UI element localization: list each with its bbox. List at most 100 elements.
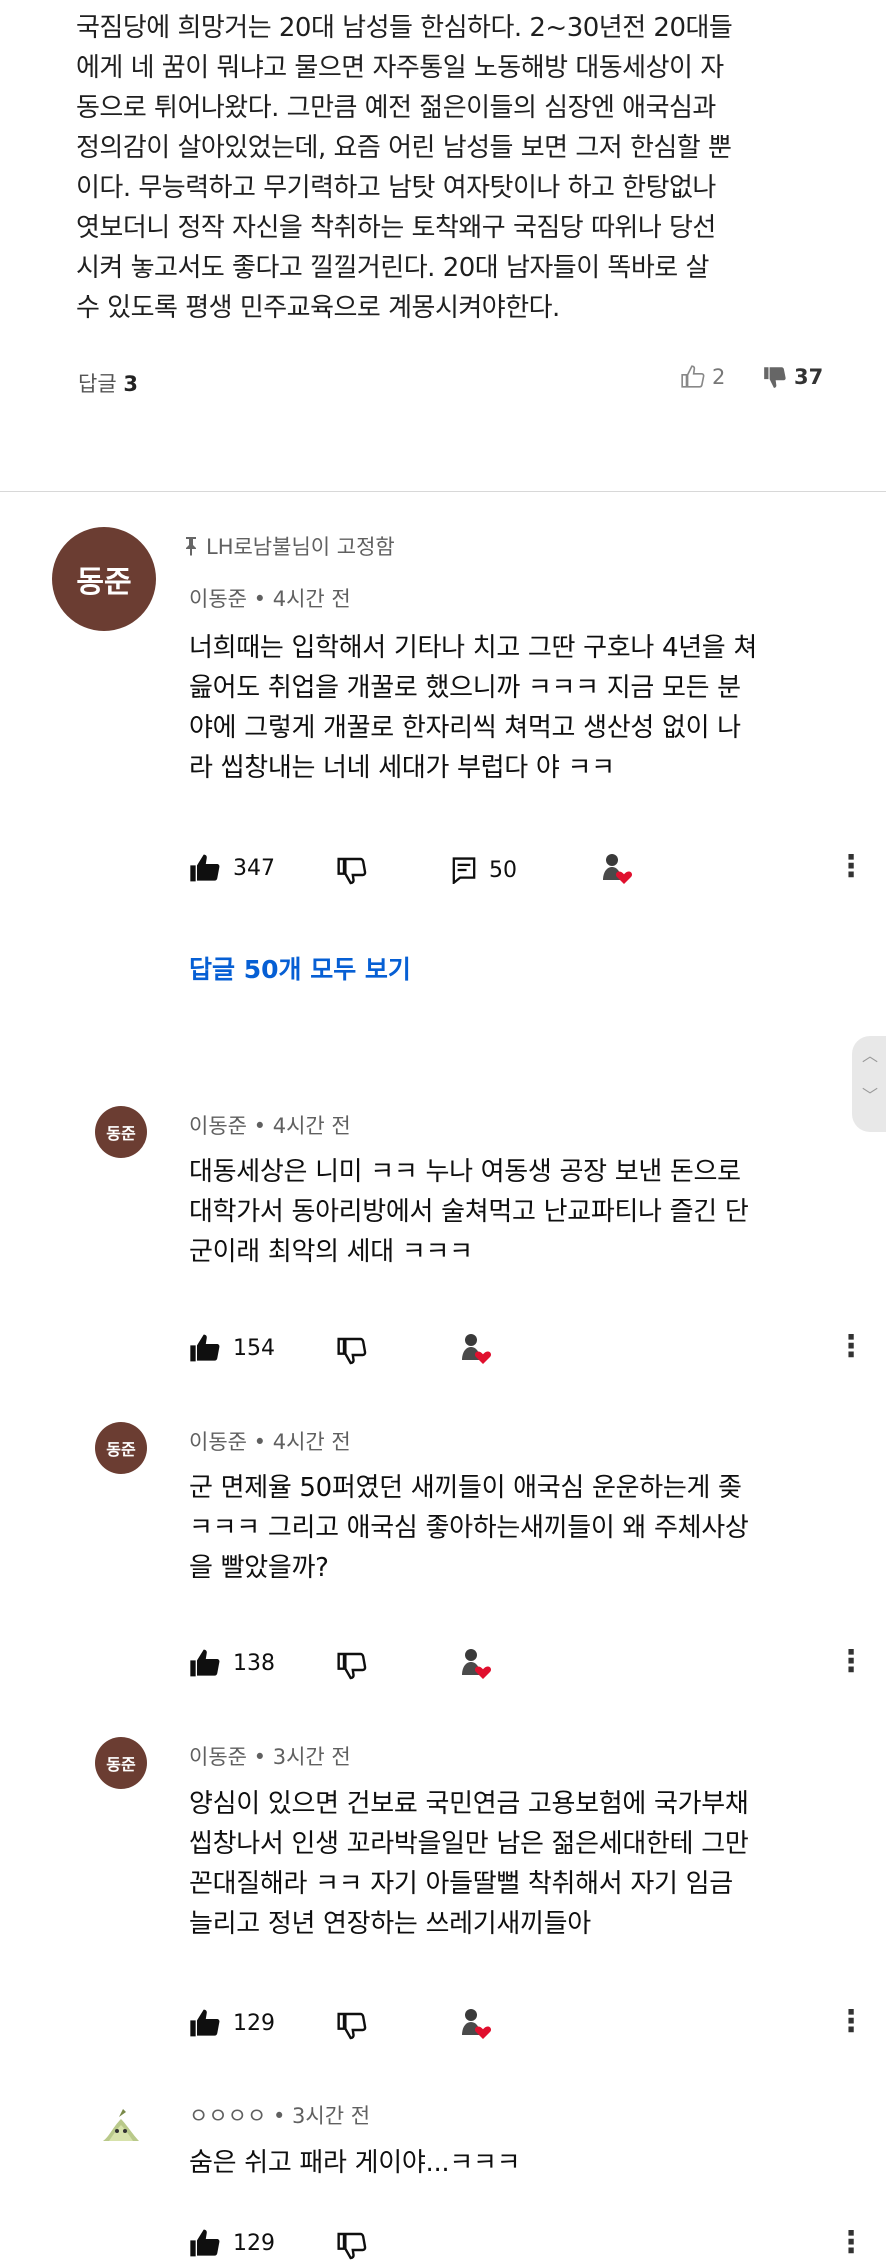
- dislike-button[interactable]: [336, 1336, 368, 1366]
- section-divider: [0, 491, 886, 492]
- author-name[interactable]: 이동준: [189, 1745, 247, 1769]
- more-vertical-icon[interactable]: ⋮: [836, 1332, 866, 1362]
- comment-line: 라 씹창내는 너네 세대가 부럽다 야 ㅋㅋ: [189, 753, 615, 783]
- comment-meta: 이동준 • 4시간 전: [189, 1110, 351, 1140]
- dislike-button[interactable]: 37: [762, 364, 823, 390]
- like-count: 347: [233, 855, 275, 881]
- comment-line: 동으로 튀어나왔다. 그만큼 예전 젊은이들의 심장엔 애국심과: [76, 93, 716, 123]
- dislike-button[interactable]: [336, 2231, 368, 2261]
- comment-meta: 이동준 • 4시간 전: [189, 1426, 351, 1456]
- comment-line: 야에 그렇게 개꿀로 한자리씩 쳐먹고 생산성 없이 나: [189, 713, 741, 743]
- like-button[interactable]: 2: [680, 364, 725, 390]
- pin-icon: [186, 537, 196, 556]
- timestamp[interactable]: 3시간 전: [292, 2104, 370, 2128]
- chevron-down-icon: ﹀: [861, 1086, 878, 1105]
- reply-button[interactable]: 50: [451, 856, 517, 884]
- dislike-button[interactable]: [336, 856, 368, 886]
- meta-separator: •: [253, 1430, 267, 1454]
- pin-label: LH로남불님이 고정함: [206, 535, 395, 559]
- chevron-up-icon: ︿: [861, 1046, 878, 1065]
- thumbs-up-icon: [190, 854, 220, 882]
- thumbs-down-icon: [337, 1337, 367, 1365]
- comment-line: ㅋㅋㅋ 그리고 애국심 좋아하는새끼들이 왜 주체사상: [189, 1513, 749, 1543]
- like-count: 138: [233, 1650, 275, 1676]
- comment-line: 너희때는 입학해서 기타나 치고 그딴 구호나 4년을 쳐: [189, 633, 758, 663]
- creator-heart-icon: [462, 2009, 492, 2039]
- comment-text: 너희때는 입학해서 기타나 치고 그딴 구호나 4년을 쳐 읊어도 취업을 개꿀…: [189, 628, 757, 788]
- comment-line: 정의감이 살아있었는데, 요즘 어린 남성들 보면 그저 한심할 뿐: [76, 133, 732, 163]
- like-button[interactable]: 154: [189, 1333, 275, 1363]
- timestamp[interactable]: 3시간 전: [273, 1745, 351, 1769]
- avatar[interactable]: 동준: [95, 1737, 147, 1789]
- thumbs-up-outline-icon: [681, 365, 705, 388]
- timestamp[interactable]: 4시간 전: [273, 1430, 351, 1454]
- comment-text: 양심이 있으면 건보료 국민연금 고용보험에 국가부채 씹창나서 인생 꼬라박을…: [189, 1784, 749, 1944]
- creator-heart[interactable]: [598, 850, 634, 890]
- thumbs-down-icon: [764, 367, 786, 388]
- timestamp[interactable]: 4시간 전: [273, 1114, 351, 1138]
- comment-line: 시켜 놓고서도 좋다고 낄낄거린다. 20대 남자들이 똑바로 살: [76, 253, 709, 283]
- replies-label: 답글: [78, 372, 117, 396]
- replies-count: 3: [123, 372, 138, 396]
- thumbs-up-icon: [190, 2009, 220, 2037]
- like-button[interactable]: 347: [189, 853, 275, 883]
- reply-count: 50: [489, 857, 517, 883]
- dislike-button[interactable]: [336, 2011, 368, 2041]
- comment-line: 군 면제율 50퍼였던 새끼들이 애국심 운운하는게 좆: [189, 1473, 742, 1503]
- author-name[interactable]: 이동준: [189, 1114, 247, 1138]
- like-count: 129: [233, 2230, 275, 2256]
- avatar[interactable]: 동준: [52, 527, 156, 631]
- comment-line: 을 빨았을까?: [189, 1553, 329, 1583]
- avatar[interactable]: [95, 2097, 147, 2149]
- thumbs-down-icon: [337, 1652, 367, 1680]
- author-name[interactable]: 이동준: [189, 1430, 247, 1454]
- creator-heart[interactable]: [457, 2005, 493, 2045]
- comment-line: 대학가서 동아리방에서 술쳐먹고 난교파티나 즐긴 단: [189, 1197, 749, 1227]
- avatar-text: 동준: [106, 1440, 136, 1459]
- creator-heart[interactable]: [457, 1330, 493, 1370]
- comment-line: 국짐당에 희망거는 20대 남성들 한심하다. 2~30년전 20대들: [76, 13, 733, 43]
- thumbs-down-icon: [337, 857, 367, 885]
- author-name[interactable]: 이동준: [189, 587, 247, 611]
- avatar-text: 동준: [106, 1755, 136, 1774]
- view-replies-link[interactable]: 답글 50개 모두 보기: [189, 950, 411, 986]
- like-count: 129: [233, 2010, 275, 2036]
- like-button[interactable]: 129: [189, 2008, 275, 2038]
- comment-line: 씹창나서 인생 꼬라박을일만 남은 젊은세대한테 그만: [189, 1829, 749, 1859]
- like-count: 154: [233, 1335, 275, 1361]
- dislike-button[interactable]: [336, 1651, 368, 1681]
- creator-heart[interactable]: [457, 1645, 493, 1685]
- avatar[interactable]: 동준: [95, 1106, 147, 1158]
- avatar-text: 동준: [106, 1124, 136, 1143]
- thumbs-up-icon: [190, 1334, 220, 1362]
- creator-heart-icon: [462, 1334, 492, 1364]
- thumbs-up-icon: [190, 1649, 220, 1677]
- like-button[interactable]: 138: [189, 1648, 275, 1678]
- author-name[interactable]: ㅇㅇㅇㅇ: [189, 2104, 266, 2128]
- comment-line: 대동세상은 니미 ㅋㅋ 누나 여동생 공장 보낸 돈으로: [189, 1157, 741, 1187]
- comment-line: 엿보더니 정작 자신을 착취하는 토착왜구 국짐당 따위나 당선: [76, 213, 716, 243]
- comment-meta: ㅇㅇㅇㅇ • 3시간 전: [189, 2100, 370, 2130]
- replies-link[interactable]: 답글 3: [78, 368, 138, 398]
- thumbs-down-icon: [337, 2232, 367, 2260]
- meta-separator: •: [272, 2104, 286, 2128]
- comment-line: 꼰대질해라 ㅋㅋ 자기 아들딸뻘 착취해서 자기 임금: [189, 1869, 733, 1899]
- comment-line: 숨은 쉬고 패라 게이야...ㅋㅋㅋ: [189, 2148, 521, 2178]
- comment-line: 수 있도록 평생 민주교육으로 계몽시켜야한다.: [76, 293, 560, 323]
- avatar[interactable]: 동준: [95, 1422, 147, 1474]
- comment-line: 에게 네 꿈이 뭐냐고 물으면 자주통일 노동해방 대동세상이 자: [76, 53, 724, 83]
- comment-line: 양심이 있으면 건보료 국민연금 고용보험에 국가부채: [189, 1789, 749, 1819]
- more-vertical-icon[interactable]: ⋮: [836, 2007, 866, 2037]
- more-vertical-icon[interactable]: ⋮: [836, 1647, 866, 1677]
- comment-text: 군 면제율 50퍼였던 새끼들이 애국심 운운하는게 좆 ㅋㅋㅋ 그리고 애국심…: [189, 1468, 749, 1588]
- meta-separator: •: [253, 1745, 267, 1769]
- comment-meta: 이동준 • 3시간 전: [189, 1741, 351, 1771]
- timestamp[interactable]: 4시간 전: [273, 587, 351, 611]
- comment-line: 군이래 최악의 세대 ㅋㅋㅋ: [189, 1237, 473, 1267]
- creator-heart-icon: [462, 1649, 492, 1679]
- scroll-handle[interactable]: ︿ ﹀: [852, 1036, 886, 1132]
- comment-text: 숨은 쉬고 패라 게이야...ㅋㅋㅋ: [189, 2143, 521, 2183]
- like-count: 2: [712, 365, 726, 389]
- dislike-count: 37: [794, 365, 824, 389]
- more-vertical-icon[interactable]: ⋮: [836, 852, 866, 882]
